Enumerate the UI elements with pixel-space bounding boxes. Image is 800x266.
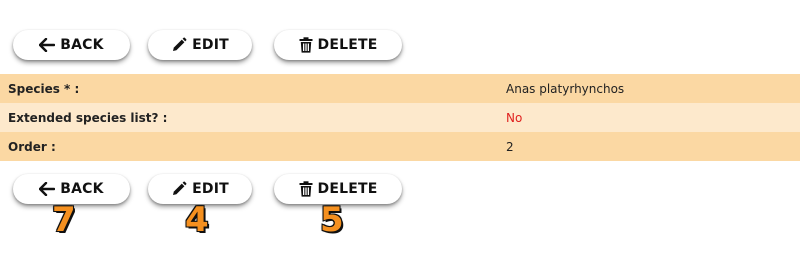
species-label: Species * : — [8, 81, 80, 96]
step-number-edit: 4 — [184, 200, 210, 240]
delete-button-label: DELETE — [317, 181, 378, 197]
back-button-label: BACK — [60, 181, 104, 197]
back-button[interactable]: BACK — [13, 30, 130, 60]
step-number-back: 7 — [51, 200, 77, 240]
arrow-left-icon — [39, 182, 56, 196]
edit-button-label: EDIT — [192, 37, 229, 53]
trash-icon — [299, 37, 313, 53]
pencil-icon — [171, 37, 187, 53]
top-toolbar: BACK EDIT DELETE — [0, 26, 800, 66]
species-value: Anas platyrhynchos — [506, 81, 625, 96]
order-label: Order : — [8, 139, 56, 154]
back-button-label: BACK — [60, 37, 104, 53]
table-row: Species * : Anas platyrhynchos — [0, 74, 800, 103]
arrow-left-icon — [39, 38, 56, 52]
details-table: Species * : Anas platyrhynchos Extended … — [0, 74, 800, 161]
extended-species-list-value: No — [506, 110, 523, 125]
extended-species-list-label: Extended species list? : — [8, 110, 168, 125]
edit-button-label: EDIT — [192, 181, 229, 197]
bottom-toolbar: BACK EDIT DELETE — [0, 170, 800, 210]
trash-icon — [299, 181, 313, 197]
table-row: Extended species list? : No — [0, 103, 800, 132]
pencil-icon — [171, 181, 187, 197]
delete-button-label: DELETE — [317, 37, 378, 53]
table-row: Order : 2 — [0, 132, 800, 161]
step-number-delete: 5 — [319, 200, 345, 240]
order-value: 2 — [506, 139, 514, 154]
delete-button[interactable]: DELETE — [274, 30, 402, 60]
edit-button[interactable]: EDIT — [148, 30, 252, 60]
